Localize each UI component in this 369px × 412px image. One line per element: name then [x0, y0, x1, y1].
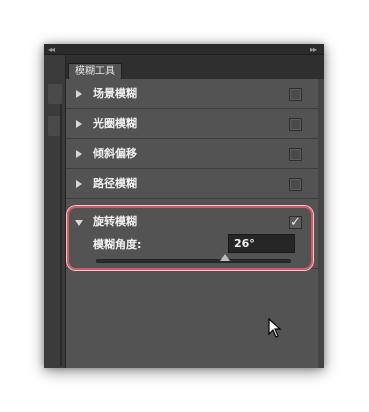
triangle-right-icon[interactable] [76, 180, 82, 188]
tab-row: 模糊工具 [66, 55, 324, 79]
collapse-left-icon[interactable]: ◂◂ [48, 44, 55, 55]
triangle-right-icon[interactable] [76, 150, 82, 158]
panel-right-edge [318, 79, 324, 368]
mouse-pointer-icon [268, 317, 282, 342]
tab-blur-tools[interactable]: 模糊工具 [68, 63, 122, 79]
row-iris-blur[interactable]: 光圈模糊 [66, 109, 318, 139]
dock-icon[interactable] [48, 84, 62, 104]
enable-checkbox[interactable] [289, 148, 302, 161]
highlight-box [67, 206, 313, 270]
enable-checkbox[interactable] [289, 178, 302, 191]
row-field-blur[interactable]: 场景模糊 [66, 79, 318, 109]
enable-checkbox[interactable] [289, 88, 302, 101]
collapse-right-icon[interactable]: ▸▸ [310, 44, 317, 55]
row-label: 倾斜偏移 [93, 147, 137, 160]
triangle-right-icon[interactable] [76, 90, 82, 98]
row-tilt-shift[interactable]: 倾斜偏移 [66, 139, 318, 169]
row-path-blur[interactable]: 路径模糊 [66, 169, 318, 199]
row-label: 场景模糊 [93, 87, 137, 100]
row-label: 光圈模糊 [93, 117, 137, 130]
divider [60, 104, 62, 366]
row-label: 路径模糊 [93, 177, 137, 190]
triangle-right-icon[interactable] [76, 120, 82, 128]
left-dock-strip [44, 44, 66, 368]
panel-topbar: ◂◂ ▸▸ [44, 44, 324, 55]
enable-checkbox[interactable] [289, 118, 302, 131]
